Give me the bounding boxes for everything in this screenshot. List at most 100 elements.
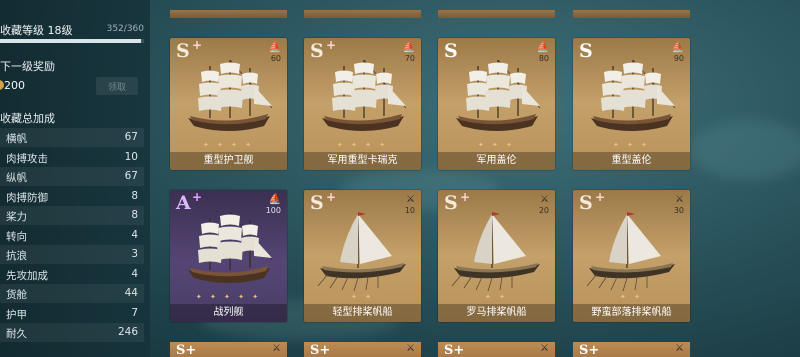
card-grade: S+ xyxy=(444,343,465,357)
card-grade: S xyxy=(310,192,324,214)
card-power: 10 xyxy=(404,206,415,215)
card-name: 军用盖伦 xyxy=(438,152,555,170)
stat-name: 横帆 xyxy=(6,133,27,145)
card-top-edge xyxy=(438,10,555,18)
card-power: 90 xyxy=(673,54,684,63)
ship-card[interactable]: S ⛵ 80 ✦ ✦ ✦ 军用盖伦 xyxy=(438,38,555,170)
stat-value: 7 xyxy=(131,306,138,319)
ship-card-partial[interactable]: S+ ⚔ xyxy=(170,342,287,357)
stat-row: 桨力 8 xyxy=(0,206,144,225)
stat-name: 纵帆 xyxy=(6,172,27,184)
swords-icon: ⚔ xyxy=(675,194,684,205)
sail-icon: ⛵ xyxy=(268,194,281,205)
card-grade-plus: + xyxy=(595,190,606,204)
stat-value: 246 xyxy=(117,326,138,338)
swords-icon: ⚔ xyxy=(406,343,415,354)
stat-row: 肉搏防御 8 xyxy=(0,187,144,206)
stat-row: 横帆 67 xyxy=(0,128,144,147)
sail-icon: ⛵ xyxy=(671,42,684,53)
card-grade: S+ xyxy=(176,343,197,357)
card-stars: ✦ ✦ ✦ ✦ xyxy=(336,141,389,149)
stat-name: 肉搏防御 xyxy=(6,191,48,204)
stat-row: 肉搏攻击 10 xyxy=(0,148,144,167)
card-grade: S+ xyxy=(310,343,331,357)
collection-progress-bar xyxy=(0,39,144,43)
ship-image xyxy=(451,212,540,292)
stat-name: 肉搏攻击 xyxy=(6,152,48,165)
card-top-edge xyxy=(170,10,287,18)
card-stars: ✦ ✦ ✦ xyxy=(477,141,516,149)
ship-card[interactable]: S + ⛵ 60 ✦ ✦ ✦ ✦ 重型护卫舰 xyxy=(170,38,287,170)
card-power: 30 xyxy=(673,206,684,215)
reward-value: 200 xyxy=(4,79,25,92)
ship-card-partial[interactable]: S+ ⚔ xyxy=(438,342,555,357)
card-grade-plus: + xyxy=(326,190,337,204)
stat-row: 耐久 246 xyxy=(0,323,144,342)
card-grade: S xyxy=(176,40,190,62)
card-stars: ✦ ✦ xyxy=(351,293,374,301)
next-reward-row: 200 领取 xyxy=(0,77,144,97)
swords-icon: ⚔ xyxy=(540,194,549,205)
card-stars: ✦ ✦ ✦ xyxy=(612,141,651,149)
card-grade: S xyxy=(579,40,593,62)
card-grade: A xyxy=(176,192,191,214)
sail-icon: ⛵ xyxy=(268,42,281,53)
stat-value: 67 xyxy=(124,170,138,182)
swords-icon: ⚔ xyxy=(540,343,549,354)
ship-card[interactable]: S + ⚔ 20 ✦ ✦ 罗马排桨帆船 xyxy=(438,190,555,322)
stat-name: 先攻加成 xyxy=(6,269,48,282)
collection-panel: 收藏等级 18级 352/360 下一级奖励 200 领取 收藏总加成 横帆 67… xyxy=(0,0,150,357)
collection-progress-fill xyxy=(0,39,141,43)
ship-image xyxy=(188,59,273,131)
ship-card[interactable]: S ⛵ 90 ✦ ✦ ✦ 重型盖伦 xyxy=(573,38,690,170)
stat-name: 转向 xyxy=(6,230,27,243)
ship-card-partial[interactable]: S+ ⚔ xyxy=(573,342,690,357)
stat-value: 67 xyxy=(124,131,138,143)
stat-name: 护甲 xyxy=(6,308,27,321)
card-grade-plus: + xyxy=(192,38,203,52)
stat-value: 44 xyxy=(124,287,138,299)
ship-image xyxy=(586,212,675,292)
ship-card[interactable]: S + ⛵ 70 ✦ ✦ ✦ ✦ 军用重型卡瑞克 xyxy=(304,38,421,170)
stat-value: 3 xyxy=(131,248,138,260)
stat-name: 货舱 xyxy=(6,289,27,301)
stat-value: 4 xyxy=(131,267,138,280)
stat-row: 抗浪 3 xyxy=(0,245,144,264)
card-name: 重型盖伦 xyxy=(573,152,690,170)
sail-icon: ⛵ xyxy=(402,42,415,53)
card-grade: S xyxy=(444,192,458,214)
card-grade-plus: + xyxy=(460,190,471,204)
card-grade: S+ xyxy=(579,343,600,357)
card-grade-plus: + xyxy=(192,190,203,204)
sail-icon: ⛵ xyxy=(536,42,549,53)
stat-name: 桨力 xyxy=(6,211,27,223)
ship-card[interactable]: S + ⚔ 10 ✦ ✦ 轻型排桨帆船 xyxy=(304,190,421,322)
stat-name: 抗浪 xyxy=(6,250,27,262)
claim-button[interactable]: 领取 xyxy=(96,77,138,95)
card-stars: ✦ ✦ xyxy=(620,293,643,301)
card-name: 罗马排桨帆船 xyxy=(438,304,555,322)
collection-progress-text: 352/360 xyxy=(106,24,144,34)
ship-card[interactable]: A + ⛵ 100 ✦ ✦ ✦ ✦ ✦ 战列舰 xyxy=(170,190,287,322)
card-name: 军用重型卡瑞克 xyxy=(304,152,421,170)
ship-image xyxy=(456,59,541,131)
card-name: 战列舰 xyxy=(170,304,287,322)
ship-card-partial[interactable]: S+ ⚔ xyxy=(304,342,421,357)
card-name: 重型护卫舰 xyxy=(170,152,287,170)
stat-row: 转向 4 xyxy=(0,226,144,245)
ship-image xyxy=(188,211,273,283)
stat-value: 4 xyxy=(131,228,138,241)
card-grade: S xyxy=(310,40,324,62)
stat-value: 8 xyxy=(131,189,138,202)
card-grade: S xyxy=(444,40,458,62)
stat-row: 纵帆 67 xyxy=(0,167,144,186)
stat-row: 货舱 44 xyxy=(0,284,144,303)
card-stars: ✦ ✦ xyxy=(485,293,508,301)
card-grade-plus: + xyxy=(326,38,337,52)
swords-icon: ⚔ xyxy=(406,194,415,205)
ship-card[interactable]: S + ⚔ 30 ✦ ✦ 野蛮部落排桨帆船 xyxy=(573,190,690,322)
card-stars: ✦ ✦ ✦ ✦ ✦ xyxy=(195,293,262,301)
card-power: 20 xyxy=(538,206,549,215)
swords-icon: ⚔ xyxy=(675,343,684,354)
card-grade: S xyxy=(579,192,593,214)
